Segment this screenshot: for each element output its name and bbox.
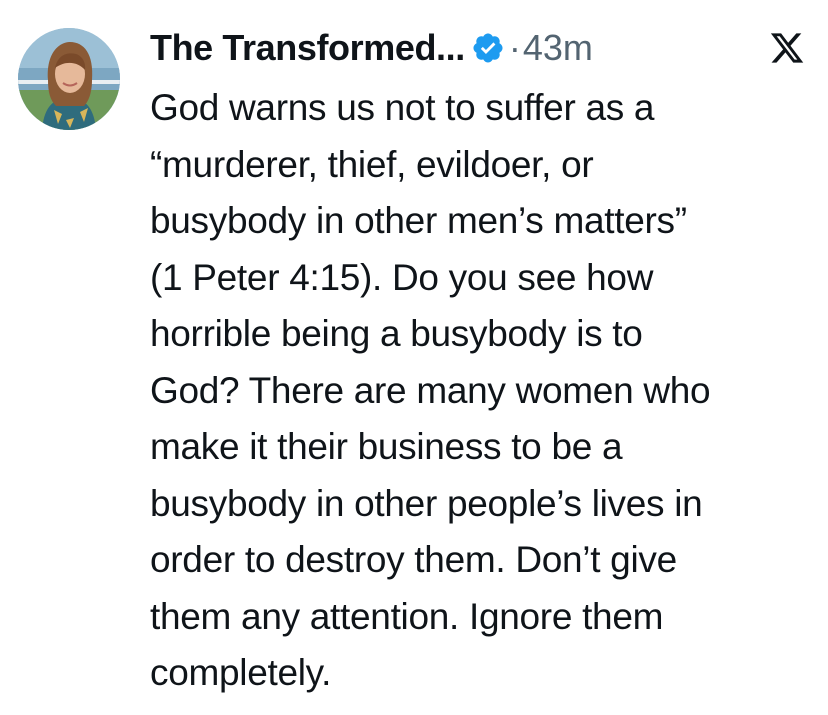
tweet-text-line: busybody in other men’s matters”: [150, 200, 687, 241]
verified-badge-icon[interactable]: [471, 31, 505, 65]
tweet-text: God warns us not to suffer as a “murdere…: [150, 80, 810, 702]
tweet-text-line: God? There are many women who: [150, 369, 711, 411]
tweet-text-line: make it their business to be a: [150, 426, 623, 467]
tweet-text-line: God warns us not to suffer as a: [150, 87, 655, 128]
separator-dot: ·: [508, 27, 521, 68]
tweet-text-line: them any attention. Ignore them: [150, 595, 664, 637]
tweet-text-line: order to destroy them. Don’t give: [150, 539, 677, 580]
author-avatar[interactable]: [18, 28, 120, 130]
tweet-card[interactable]: The Transformed... · 43m God warns us no…: [0, 0, 828, 715]
tweet-text-line: completely.: [150, 652, 332, 693]
tweet-text-line: “murderer, thief, evildoer, or: [150, 143, 594, 185]
tweet-timestamp[interactable]: 43m: [523, 27, 593, 69]
tweet-content: The Transformed... · 43m God warns us no…: [150, 22, 810, 702]
tweet-header: The Transformed... · 43m: [150, 22, 810, 74]
tweet-text-line: (1 Peter 4:15). Do you see how: [150, 256, 654, 298]
tweet-text-line: horrible being a busybody is to: [150, 313, 643, 354]
author-name[interactable]: The Transformed...: [150, 27, 465, 69]
x-logo-icon[interactable]: [768, 30, 806, 66]
tweet-text-line: busybody in other people’s lives in: [150, 482, 703, 524]
profile-photo-icon: [18, 28, 120, 130]
